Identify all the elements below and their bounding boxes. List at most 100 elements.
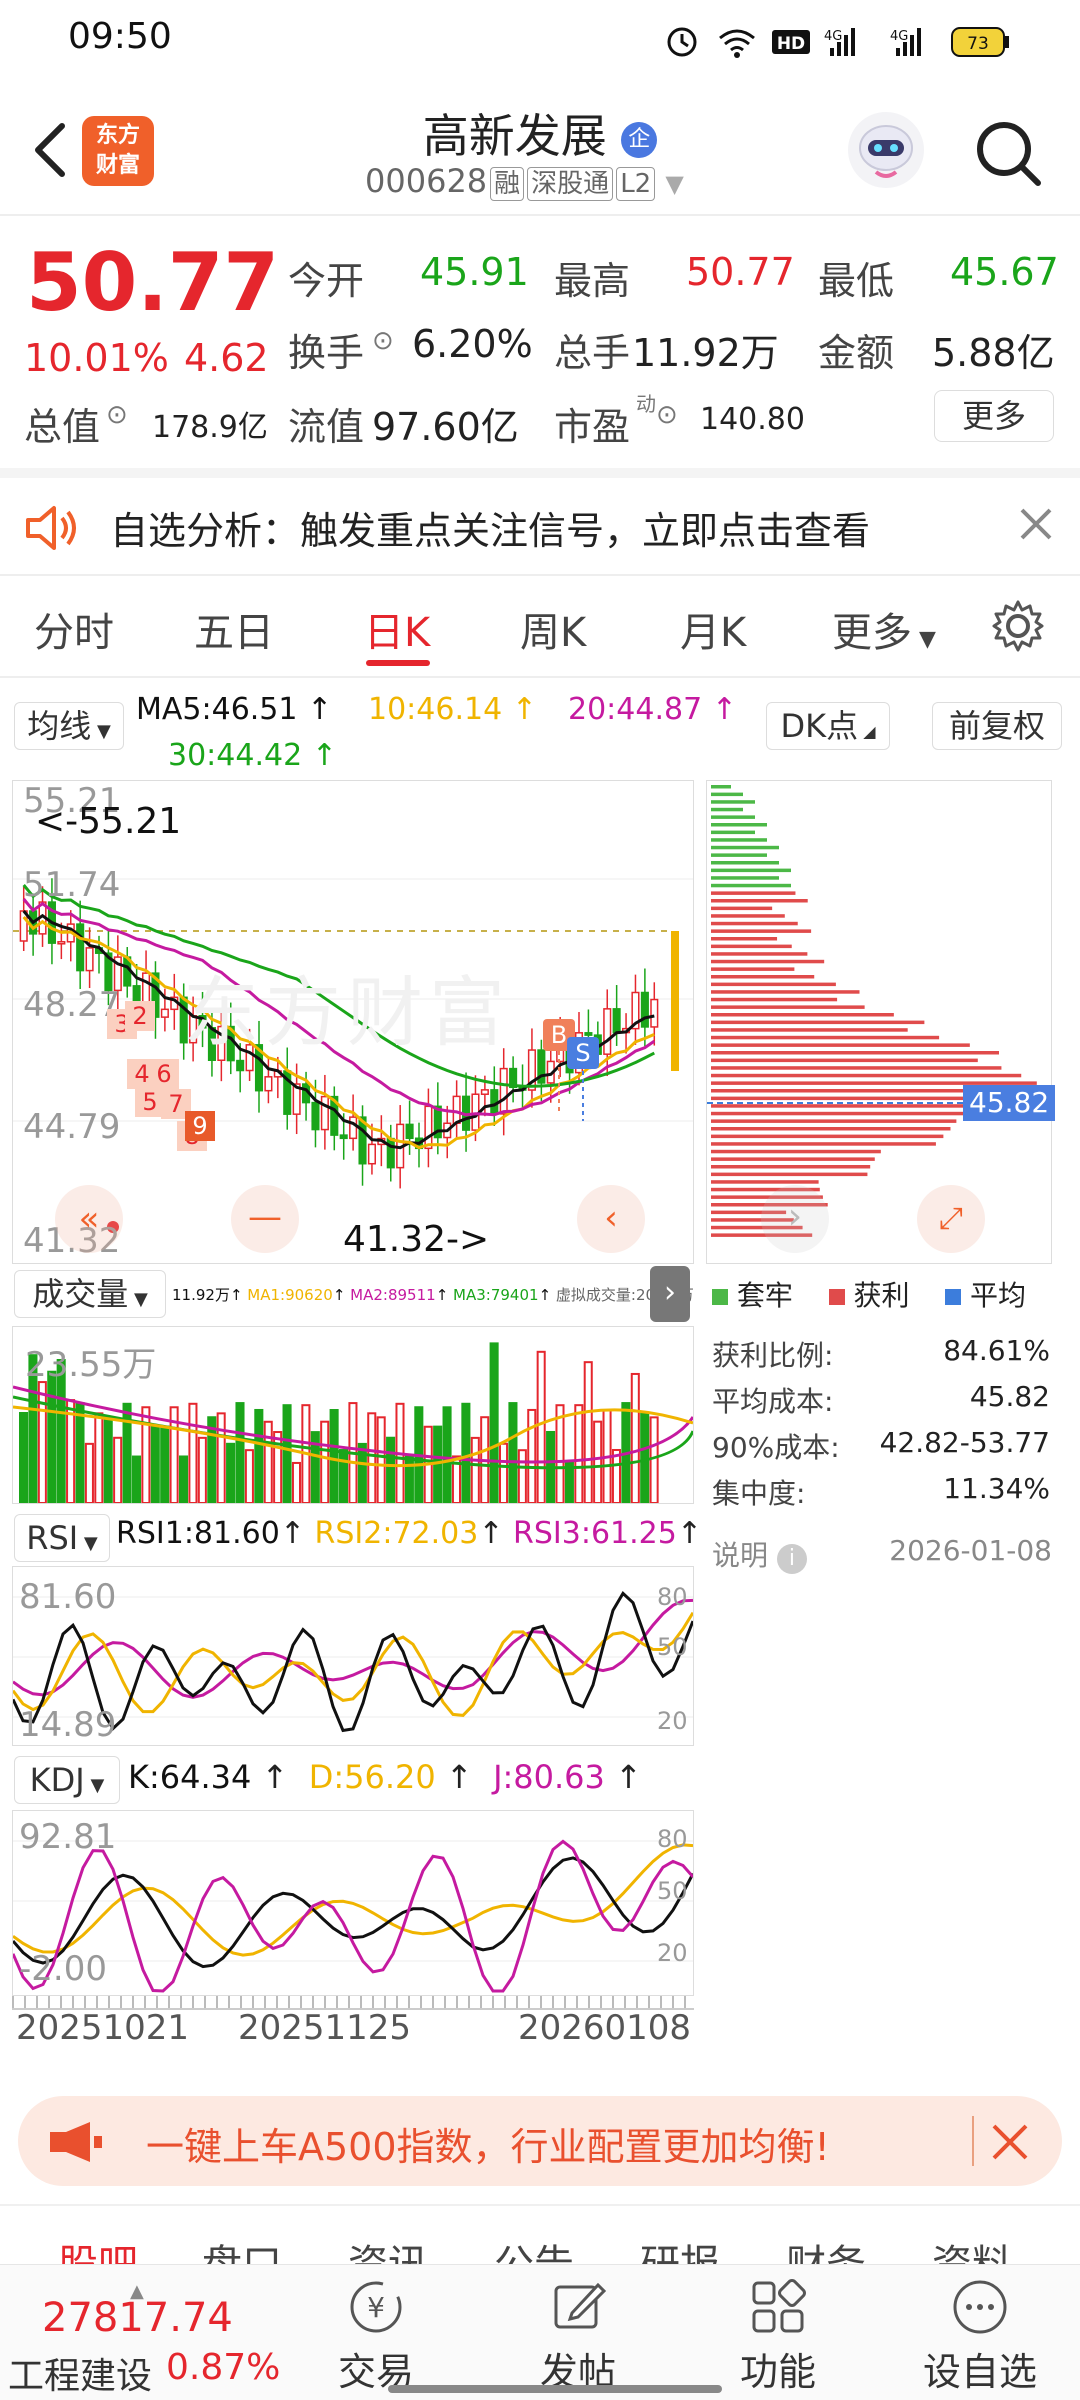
- kdj-j-line: [13, 1839, 693, 1993]
- svg-text:¥: ¥: [367, 2291, 385, 2324]
- index-name[interactable]: 工程建设: [8, 2347, 152, 2399]
- turnover-label: 换手: [288, 331, 365, 375]
- avg-cost-label: 平均成本:: [712, 1385, 834, 1418]
- chip-bar: [711, 914, 785, 918]
- tag-connect: 深股通: [527, 167, 614, 201]
- cost90-value: 42.82-53.77: [879, 1426, 1050, 1459]
- minus-icon[interactable]: —: [231, 1185, 299, 1253]
- more-quote-button[interactable]: 更多: [934, 390, 1054, 442]
- status-time: 09:50: [68, 16, 172, 57]
- profit-ratio-label: 获利比例:: [712, 1339, 834, 1372]
- subtab-finance[interactable]: 财务: [786, 2232, 866, 2266]
- candle-body: [603, 1008, 612, 1055]
- watermark: 东方财富: [183, 968, 511, 1057]
- candle-body: [584, 1032, 593, 1036]
- count-marker: 2: [125, 1001, 155, 1031]
- rsi-selector[interactable]: RSI ▼: [14, 1514, 110, 1562]
- max-price-label: <-55.21: [35, 801, 182, 842]
- ma5-legend: MA5:46.51 ↑: [136, 692, 333, 727]
- search-icon[interactable]: [970, 115, 1046, 191]
- nav-functions[interactable]: 功能: [718, 2277, 838, 2396]
- chevron-left-icon[interactable]: ‹: [577, 1185, 645, 1253]
- volume-selector[interactable]: 成交量 ▼: [14, 1270, 166, 1318]
- speaker-icon: [26, 506, 76, 550]
- volume-bar: [376, 1416, 386, 1503]
- dk-points-button[interactable]: DK点 ◢: [766, 702, 890, 750]
- expand-icon[interactable]: ⤢: [917, 1185, 985, 1253]
- high-label: 最高: [554, 259, 631, 303]
- ma10-legend: 10:46.14 ↑: [368, 692, 537, 727]
- notice-bar[interactable]: 自选分析：触发重点关注信号，立即点击查看: [0, 478, 1080, 574]
- chip-bar: [711, 1142, 936, 1146]
- chip-bar: [711, 952, 808, 956]
- nav-trade[interactable]: ¥ 交易: [316, 2277, 436, 2396]
- close-icon[interactable]: [1016, 504, 1056, 544]
- kdj-chart[interactable]: 92.81 -2.00 80 50 20: [12, 1810, 694, 1996]
- expand-panel-button[interactable]: ›: [650, 1266, 690, 1322]
- nav-post[interactable]: 发帖: [518, 2277, 638, 2396]
- float-label: 流值: [288, 405, 365, 449]
- tab-monthly-k[interactable]: 月K: [680, 600, 746, 658]
- edit-icon: [554, 2282, 607, 2329]
- tab-weekly-k[interactable]: 周K: [520, 600, 586, 658]
- adjust-button[interactable]: 前复权: [932, 702, 1062, 750]
- subtab-announce[interactable]: 公告: [494, 2232, 574, 2266]
- volume-legend: 11.92万↑ MA1:90620↑ MA2:89511↑ MA3:79401↑…: [172, 1286, 694, 1304]
- nav-add-watchlist[interactable]: 设自选: [910, 2277, 1050, 2396]
- volume-bar: [461, 1402, 471, 1503]
- tag-l2: L2: [616, 167, 656, 201]
- chevrons-left-icon[interactable]: «: [55, 1185, 123, 1253]
- chevron-right-icon[interactable]: ›: [761, 1185, 829, 1253]
- header-divider: [0, 214, 1080, 216]
- tab-daily-k[interactable]: 日K: [364, 600, 430, 658]
- candle-body: [142, 972, 151, 1004]
- chip-bar: [711, 853, 767, 857]
- kline-chart[interactable]: 55.21 51.74 48.27 44.79 41.32 <-55.21 41…: [12, 780, 694, 1264]
- rsi-chart[interactable]: 81.60 14.89 80 50 20: [12, 1566, 694, 1746]
- tab-intraday[interactable]: 分时: [34, 600, 114, 658]
- candle-body: [386, 1137, 395, 1169]
- volume-bar: [536, 1350, 546, 1503]
- chip-distribution[interactable]: 45.82 ⤢ ›: [706, 780, 1056, 1264]
- sell-signal-marker[interactable]: S: [567, 1037, 599, 1069]
- megaphone-icon: [50, 2122, 102, 2162]
- subtab-guba[interactable]: 股吧: [58, 2232, 138, 2266]
- volume-bar: [527, 1408, 537, 1503]
- chip-bar: [711, 1028, 908, 1032]
- promo-banner[interactable]: 一键上车A500指数，行业配置更加均衡!: [18, 2096, 1062, 2186]
- info-circle-icon: i: [776, 1544, 807, 1574]
- subtab-research[interactable]: 研报: [640, 2232, 720, 2266]
- volume-label: 总手: [554, 331, 631, 375]
- chip-bar: [711, 929, 812, 933]
- kdj-legend: K:64.34 ↑ D:56.20 ↑ J:80.63 ↑: [128, 1758, 642, 1796]
- candle-body: [612, 1008, 621, 1034]
- tag-margin: 融: [490, 167, 525, 201]
- rsi-bottom-label: 14.89: [19, 1705, 117, 1745]
- concentration-label: 集中度:: [712, 1477, 806, 1510]
- chips-note[interactable]: 说明 i: [712, 1534, 807, 1574]
- subtab-news[interactable]: 资讯: [348, 2232, 428, 2266]
- volume-bar: [640, 1412, 650, 1503]
- svg-text:73: 73: [967, 34, 989, 54]
- chip-bar: [711, 1157, 875, 1161]
- volume-chart[interactable]: 23.55万: [12, 1326, 694, 1504]
- candle-body: [264, 1076, 273, 1092]
- ma-selector[interactable]: 均线 ▼: [14, 702, 124, 750]
- close-icon[interactable]: [990, 2122, 1030, 2162]
- tab-more[interactable]: 更多 ▼: [832, 600, 936, 658]
- date-label-mid: 20251125: [238, 2008, 412, 2048]
- cost90-label: 90%成本:: [712, 1431, 840, 1464]
- assistant-avatar[interactable]: [846, 110, 926, 190]
- dropdown-caret-icon: ▼: [665, 170, 684, 198]
- gear-icon[interactable]: [990, 598, 1046, 654]
- volume-bar: [254, 1408, 264, 1503]
- kdj-selector[interactable]: KDJ ▼: [14, 1756, 120, 1804]
- candle-body: [452, 1095, 461, 1124]
- chip-bar: [711, 990, 860, 994]
- count-marker: 6: [149, 1059, 179, 1089]
- pe-value: 140.80: [700, 402, 805, 437]
- subtab-profile[interactable]: 资料: [932, 2232, 1012, 2266]
- volume-max-label: 23.55万: [25, 1345, 157, 1385]
- tab-five-day[interactable]: 五日: [194, 600, 274, 658]
- subtab-pankou[interactable]: 盘口: [202, 2232, 282, 2266]
